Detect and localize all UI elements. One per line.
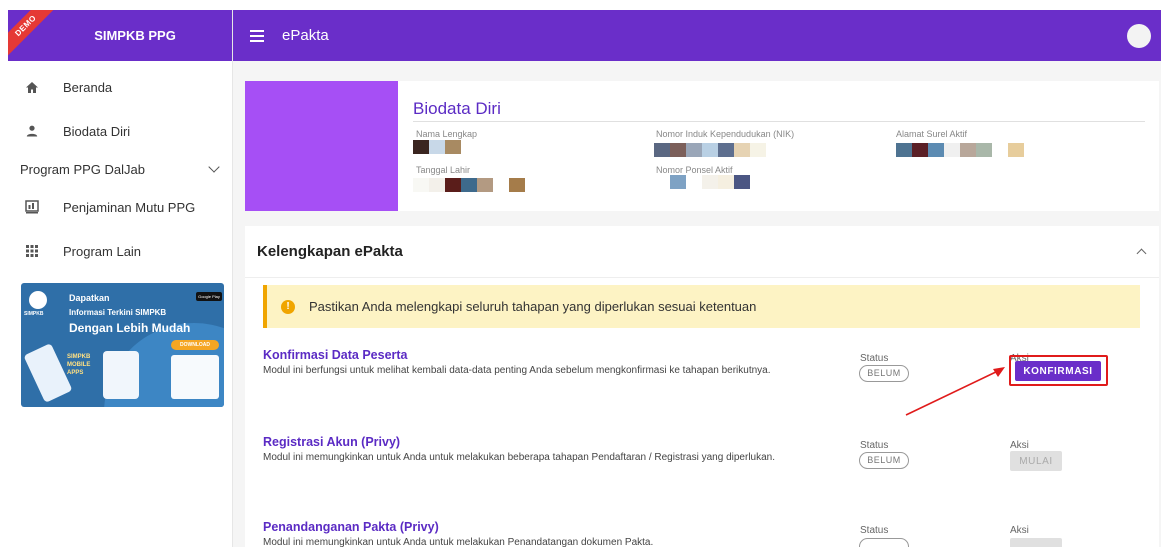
field-label-email: Alamat Surel Aktif: [896, 129, 968, 139]
sidebar-item-biodata[interactable]: Biodata Diri: [8, 109, 232, 153]
profile-photo: [245, 81, 398, 211]
status-label: Status: [860, 353, 889, 364]
panel-title: Kelengkapan ePakta: [257, 243, 403, 260]
field-label-ponsel: Nomor Ponsel Aktif: [656, 165, 733, 175]
mobile-app-promo-banner[interactable]: SIMPKB Dapatkan Informasi Terkini SIMPKB…: [21, 283, 224, 407]
apps-grid-icon: [22, 241, 42, 261]
aksi-label: Aksi: [1010, 525, 1029, 536]
promo-download-button[interactable]: DOWNLOAD: [171, 340, 219, 350]
divider: [413, 121, 1145, 122]
step-title[interactable]: Registrasi Akun (Privy): [263, 435, 400, 449]
biodata-body: Biodata Diri Nama Lengkap Nomor Induk Ke…: [398, 81, 1159, 211]
konfirmasi-button[interactable]: KONFIRMASI: [1015, 361, 1101, 381]
menu-icon[interactable]: [250, 29, 264, 42]
redacted-ponsel: [654, 175, 750, 189]
sidebar-item-program-lain[interactable]: Program Lain: [8, 229, 232, 273]
status-badge: BELUM: [859, 365, 909, 382]
demo-ribbon: DEMO: [8, 10, 60, 60]
step-description: Modul ini berfungsi untuk melihat kembal…: [263, 365, 771, 376]
field-label-nama: Nama Lengkap: [416, 129, 478, 139]
field-label-nik: Nomor Induk Kependudukan (NIK): [656, 129, 795, 139]
redacted-nama: [413, 140, 461, 154]
screen-illustration: [103, 351, 139, 399]
brand-title: SIMPKB PPG: [94, 28, 176, 43]
status-label: Status: [860, 440, 889, 451]
app-root: DEMO SIMPKB PPG Beranda Biodata Diri Pro…: [0, 0, 1161, 547]
sidebar-group-label: Program PPG DalJab: [20, 161, 145, 177]
step-description: Modul ini memungkinkan untuk Anda untuk …: [263, 452, 775, 463]
sidebar-group-ppg-daljab[interactable]: Program PPG DalJab: [8, 153, 232, 185]
simpkb-logo-icon: [29, 291, 47, 309]
sidebar-item-penjaminan-mutu[interactable]: Penjaminan Mutu PPG: [8, 185, 232, 229]
promo-line-3: Dengan Lebih Mudah: [69, 321, 191, 335]
sidebar-item-label: Biodata Diri: [63, 123, 131, 139]
sidebar-item-label: Beranda: [63, 79, 113, 95]
sidebar-item-beranda[interactable]: Beranda: [8, 65, 232, 109]
status-label: Status: [860, 525, 889, 536]
home-icon: [22, 77, 42, 97]
mulai-button[interactable]: MULAI: [1010, 451, 1062, 471]
sidebar-item-label: Penjaminan Mutu PPG: [63, 199, 196, 215]
google-play-badge[interactable]: Google Play: [196, 292, 222, 301]
step-konfirmasi-data: Konfirmasi Data Peserta Modul ini berfun…: [263, 348, 1143, 398]
page-title: ePakta: [282, 27, 329, 44]
biodata-card: Biodata Diri Nama Lengkap Nomor Induk Ke…: [245, 81, 1159, 211]
promo-line-2: Informasi Terkini SIMPKB: [69, 308, 167, 317]
action-button-placeholder[interactable]: [1010, 538, 1062, 547]
kelengkapan-panel: Kelengkapan ePakta ! Pastikan Anda melen…: [245, 226, 1159, 547]
step-penandanganan-pakta: Penandanganan Pakta (Privy) Modul ini me…: [263, 520, 1143, 547]
person-icon: [22, 121, 42, 141]
topbar: ePakta: [233, 10, 1161, 61]
brand-header[interactable]: DEMO SIMPKB PPG: [8, 10, 232, 61]
aksi-label: Aksi: [1010, 440, 1029, 451]
warning-icon: !: [281, 299, 295, 314]
promo-line-1: Dapatkan: [69, 293, 110, 303]
field-label-tanggal-lahir: Tanggal Lahir: [416, 165, 471, 175]
redacted-email: [896, 143, 1024, 157]
avatar[interactable]: [1127, 24, 1151, 48]
report-icon: [22, 197, 42, 217]
step-registrasi-akun: Registrasi Akun (Privy) Modul ini memung…: [263, 435, 1143, 485]
main-content: Biodata Diri Nama Lengkap Nomor Induk Ke…: [233, 61, 1161, 547]
chevron-up-icon[interactable]: [1136, 248, 1147, 259]
phone-illustration: [23, 343, 73, 403]
status-badge: [859, 538, 909, 547]
panel-header[interactable]: Kelengkapan ePakta: [245, 226, 1159, 278]
step-title[interactable]: Penandanganan Pakta (Privy): [263, 520, 439, 534]
chevron-down-icon: [208, 161, 220, 173]
promo-mobile-apps: SIMPKB MOBILE APPS: [67, 354, 91, 376]
sidebar-item-label: Program Lain: [63, 243, 142, 259]
redacted-tanggal-lahir: [413, 178, 525, 192]
redacted-nik: [654, 143, 766, 157]
biodata-title: Biodata Diri: [413, 99, 501, 118]
step-title[interactable]: Konfirmasi Data Peserta: [263, 348, 408, 362]
promo-logo-text: SIMPKB: [24, 311, 44, 317]
step-description: Modul ini memungkinkan untuk Anda untuk …: [263, 537, 654, 547]
info-alert: ! Pastikan Anda melengkapi seluruh tahap…: [263, 285, 1140, 328]
sidebar: DEMO SIMPKB PPG Beranda Biodata Diri Pro…: [8, 10, 233, 547]
screen-illustration: [171, 355, 219, 399]
status-badge: BELUM: [859, 452, 909, 469]
alert-text: Pastikan Anda melengkapi seluruh tahapan…: [309, 299, 757, 314]
